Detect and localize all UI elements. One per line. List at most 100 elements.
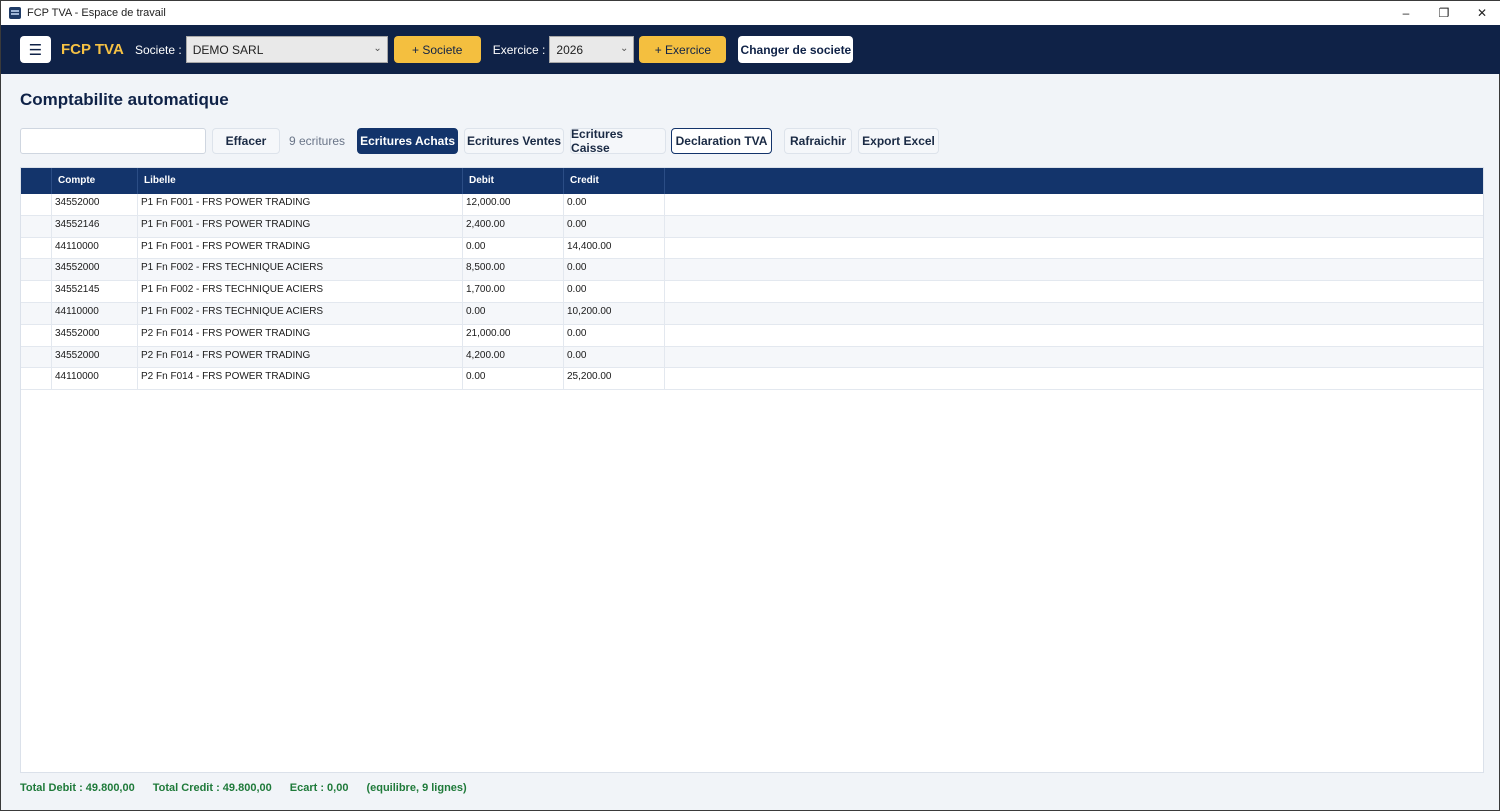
cell-credit: 0.00 <box>564 215 665 238</box>
cell-credit: 0.00 <box>564 281 665 303</box>
total-debit: Total Debit : 49.800,00 <box>20 782 135 794</box>
tab-ecritures-ventes[interactable]: Ecritures Ventes <box>464 128 565 154</box>
cell-libelle: P2 Fn F014 - FRS POWER TRADING <box>138 346 463 369</box>
title-bar: FCP TVA - Espace de travail – ❐ ✕ <box>1 1 1500 25</box>
row-header-cell[interactable] <box>21 368 52 391</box>
export-excel-button[interactable]: Export Excel <box>858 128 940 154</box>
hamburger-menu-icon[interactable]: ☰ <box>20 36 51 63</box>
tab-ecritures-caisse[interactable]: Ecritures Caisse <box>570 127 667 155</box>
totals-bar: Total Debit : 49.800,00 Total Credit : 4… <box>20 782 485 794</box>
cell-compte: 44110000 <box>52 368 138 391</box>
table-row[interactable]: 34552145 P1 Fn F002 - FRS TECHNIQUE ACIER… <box>21 281 1483 303</box>
window-title: FCP TVA - Espace de travail <box>27 7 166 19</box>
cell-debit: 2,400.00 <box>463 215 564 238</box>
column-header-debit[interactable]: Debit <box>463 168 564 194</box>
add-societe-button[interactable]: + Societe <box>393 36 481 63</box>
clear-button[interactable]: Effacer <box>212 128 280 154</box>
societe-label: Societe : <box>135 42 182 57</box>
cell-compte: 34552000 <box>52 194 138 216</box>
cell-libelle: P1 Fn F002 - FRS TECHNIQUE ACIERS <box>138 259 463 282</box>
table-row[interactable]: 44110000 P1 Fn F002 - FRS TECHNIQUE ACIER… <box>21 302 1483 325</box>
refresh-button[interactable]: Rafraichir <box>784 128 853 154</box>
brand-logo: FCP TVA <box>61 41 124 58</box>
change-societe-button[interactable]: Changer de societe <box>738 36 854 63</box>
close-icon[interactable]: ✕ <box>1463 1 1500 25</box>
table-body: 34552000 P1 Fn F001 - FRS POWER TRADING 12… <box>21 194 1483 391</box>
balance-status: (equilibre, 9 lignes) <box>366 782 467 794</box>
cell-credit: 0.00 <box>564 259 665 282</box>
column-header-compte[interactable]: Compte <box>52 168 138 194</box>
cell-debit: 0.00 <box>463 368 564 391</box>
cell-compte: 34552000 <box>52 346 138 369</box>
cell-compte: 34552000 <box>52 324 138 347</box>
chevron-down-icon: ⌄ <box>373 43 382 54</box>
cell-debit: 8,500.00 <box>463 259 564 282</box>
cell-debit: 0.00 <box>463 302 564 325</box>
cell-debit: 0.00 <box>463 237 564 260</box>
cell-credit: 0.00 <box>564 324 665 347</box>
search-input[interactable] <box>20 128 206 154</box>
tab-ecritures-achats[interactable]: Ecritures Achats <box>357 128 459 154</box>
cell-debit: 1,700.00 <box>463 281 564 303</box>
exercice-select[interactable]: 2026 ⌄ <box>549 36 635 63</box>
row-header-cell[interactable] <box>21 324 52 347</box>
cell-compte: 44110000 <box>52 302 138 325</box>
table-header: Compte Libelle Debit Credit <box>21 168 1483 194</box>
cell-credit: 0.00 <box>564 194 665 216</box>
minimize-icon[interactable]: – <box>1387 1 1425 25</box>
cell-compte: 34552145 <box>52 281 138 303</box>
row-header-cell[interactable] <box>21 346 52 369</box>
column-header-credit[interactable]: Credit <box>564 168 665 194</box>
table-row[interactable]: 34552000 P2 Fn F014 - FRS POWER TRADING 21… <box>21 324 1483 347</box>
cell-debit: 4,200.00 <box>463 346 564 369</box>
column-header-libelle[interactable]: Libelle <box>138 168 463 194</box>
table-row[interactable]: 34552146 P1 Fn F001 - FRS POWER TRADING 2,… <box>21 215 1483 238</box>
cell-libelle: P1 Fn F002 - FRS TECHNIQUE ACIERS <box>138 281 463 303</box>
cell-debit: 12,000.00 <box>463 194 564 216</box>
societe-select[interactable]: DEMO SARL ⌄ <box>185 36 388 63</box>
exercice-label: Exercice : <box>492 42 546 57</box>
cell-libelle: P1 Fn F001 - FRS POWER TRADING <box>138 194 463 216</box>
cell-libelle: P1 Fn F001 - FRS POWER TRADING <box>138 215 463 238</box>
cell-libelle: P2 Fn F014 - FRS POWER TRADING <box>138 368 463 391</box>
row-header-corner <box>21 168 52 194</box>
row-header-cell[interactable] <box>21 194 52 216</box>
declaration-tva-button[interactable]: Declaration TVA <box>671 128 773 154</box>
cell-credit: 0.00 <box>564 346 665 369</box>
row-header-cell[interactable] <box>21 259 52 282</box>
table-row[interactable]: 34552000 P2 Fn F014 - FRS POWER TRADING 4,… <box>21 346 1483 369</box>
app-icon <box>9 7 21 19</box>
cell-compte: 44110000 <box>52 237 138 260</box>
ecart: Ecart : 0,00 <box>289 782 349 794</box>
row-header-cell[interactable] <box>21 281 52 303</box>
total-credit: Total Credit : 49.800,00 <box>152 782 272 794</box>
cell-credit: 14,400.00 <box>564 237 665 260</box>
entries-count: 9 ecritures <box>289 134 346 148</box>
row-header-cell[interactable] <box>21 237 52 260</box>
row-header-cell[interactable] <box>21 215 52 238</box>
window-controls: – ❐ ✕ <box>1387 1 1500 25</box>
top-nav: ☰ FCP TVA Societe : DEMO SARL ⌄ + Societ… <box>1 25 1500 74</box>
cell-debit: 21,000.00 <box>463 324 564 347</box>
add-exercice-button[interactable]: + Exercice <box>639 36 727 63</box>
chevron-down-icon: ⌄ <box>620 43 629 54</box>
exercice-value: 2026 <box>556 42 584 57</box>
societe-value: DEMO SARL <box>192 42 264 57</box>
cell-libelle: P1 Fn F001 - FRS POWER TRADING <box>138 237 463 260</box>
table-row[interactable]: 44110000 P1 Fn F001 - FRS POWER TRADING 0.… <box>21 237 1483 260</box>
table-row[interactable]: 44110000 P2 Fn F014 - FRS POWER TRADING 0.… <box>21 368 1483 391</box>
cell-compte: 34552146 <box>52 215 138 238</box>
entries-table: Compte Libelle Debit Credit 34552000 P1 F… <box>20 167 1484 773</box>
page-title: Comptabilite automatique <box>20 90 229 109</box>
cell-credit: 10,200.00 <box>564 302 665 325</box>
restore-icon[interactable]: ❐ <box>1425 1 1463 25</box>
row-header-cell[interactable] <box>21 302 52 325</box>
table-row[interactable]: 34552000 P1 Fn F001 - FRS POWER TRADING 12… <box>21 194 1483 216</box>
cell-libelle: P1 Fn F002 - FRS TECHNIQUE ACIERS <box>138 302 463 325</box>
cell-libelle: P2 Fn F014 - FRS POWER TRADING <box>138 324 463 347</box>
cell-credit: 25,200.00 <box>564 368 665 391</box>
toolbar: Effacer 9 ecritures Ecritures Achats Ecr… <box>20 127 940 155</box>
cell-compte: 34552000 <box>52 259 138 282</box>
app-window: FCP TVA - Espace de travail – ❐ ✕ ☰ FCP … <box>0 0 1500 811</box>
table-row[interactable]: 34552000 P1 Fn F002 - FRS TECHNIQUE ACIER… <box>21 259 1483 282</box>
